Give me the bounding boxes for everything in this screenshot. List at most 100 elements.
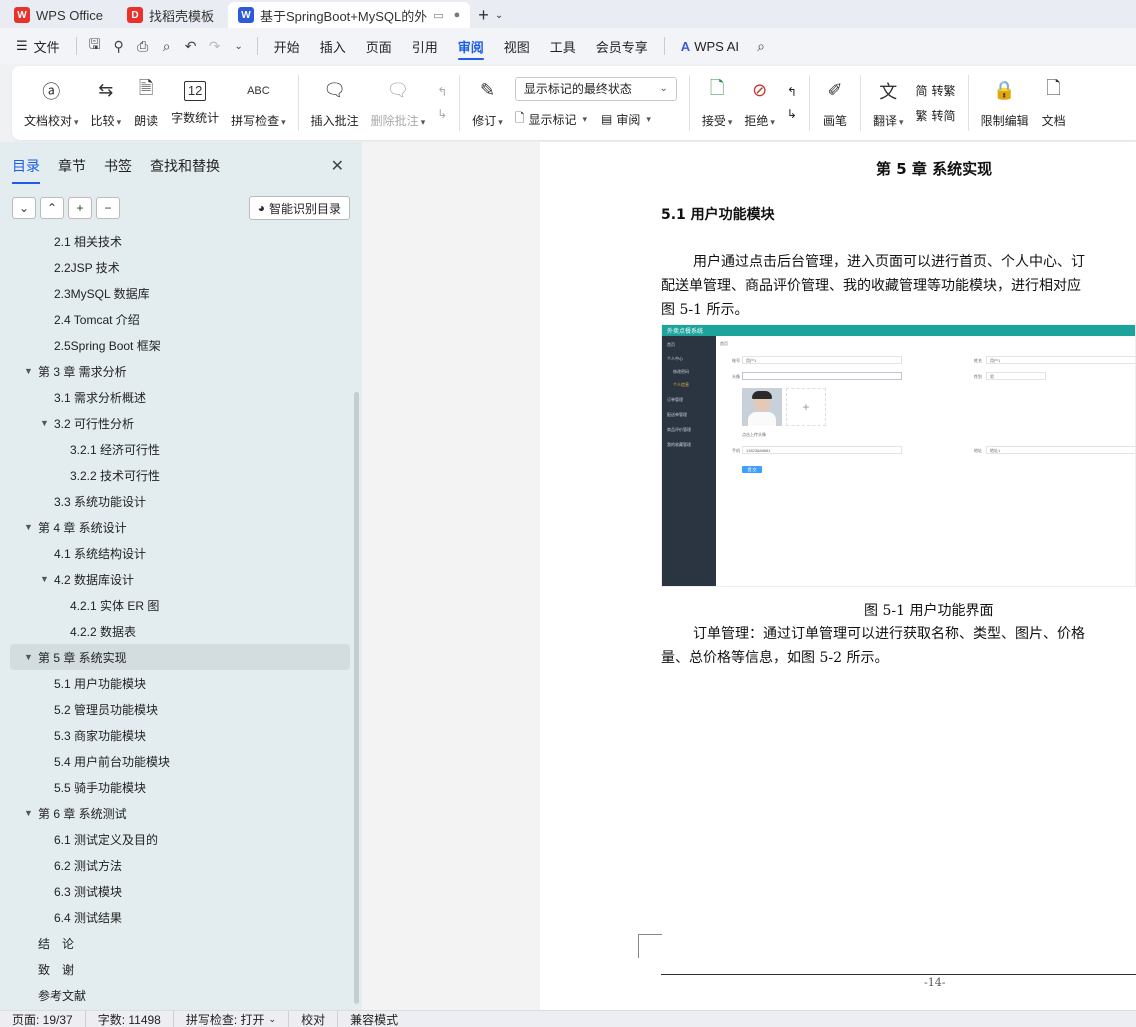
chevron-down-icon[interactable]: ⌄ [495,10,503,21]
toc-item[interactable]: 6.3 测试模块 [0,878,350,904]
toc-item[interactable]: ▼ 4.2 数据库设计 [0,566,350,592]
toc-item[interactable]: 2.3MySQL 数据库 [0,280,350,306]
undo-icon[interactable]: ↶ [179,28,203,64]
reject-button[interactable]: ⊘ 拒绝 ▾ [738,68,781,138]
add-heading-button[interactable]: + [68,197,92,219]
toc-item[interactable]: 参考文献 [0,982,350,1008]
menu-tools[interactable]: 工具 [540,28,586,64]
unsaved-dot-icon[interactable]: ● [454,9,461,21]
tab-wps-office[interactable]: W WPS Office [4,2,113,28]
menu-member[interactable]: 会员专享 [586,28,658,64]
menu-page[interactable]: 页面 [356,28,402,64]
delete-comment-button[interactable]: 🗨 删除批注 ▾ [365,68,432,138]
proofing-indicator[interactable]: 校对 [289,1010,339,1027]
print-icon[interactable]: ⎙ [131,28,155,64]
track-changes-button[interactable]: ✎ 修订 ▾ [466,68,509,138]
tab-current-document[interactable]: W 基于SpringBoot+MySQL的外 ▭ ● [227,2,471,28]
menu-review[interactable]: 审阅 [448,28,494,64]
expand-triangle-icon[interactable]: ▼ [24,808,38,818]
close-icon[interactable]: ✕ [331,156,344,176]
spell-check-indicator[interactable]: 拼写检查: 打开 ⌄ [174,1010,290,1027]
toc-item[interactable]: 5.5 骑手功能模块 [0,774,350,800]
new-tab-button[interactable]: + ⌄ [478,2,503,28]
file-menu[interactable]: ☰ 文件 [0,28,70,64]
toc-item[interactable]: 3.1 需求分析概述 [0,384,350,410]
markup-state-select[interactable]: 显示标记的最终状态 ⌄ [514,76,677,101]
review-pane-button[interactable]: ▤ 审阅 ▾ [601,109,651,130]
doc-check-button[interactable]: ⓐ 文档校对 ▾ [18,68,85,138]
sidebar-scrollbar[interactable] [354,392,359,1004]
wps-ai-button[interactable]: A WPS AI [671,28,749,64]
expand-triangle-icon[interactable]: ▼ [24,522,38,532]
expand-down-button[interactable]: ⌄ [12,197,36,219]
toc-item[interactable]: 5.2 管理员功能模块 [0,696,350,722]
restrict-edit-button[interactable]: 🔒 限制编辑 [975,68,1035,138]
translate-button[interactable]: 文 翻译 ▾ [867,68,910,138]
print-preview-icon[interactable]: ⌕ [155,28,179,64]
smart-toc-button[interactable]: ◕ 智能识别目录 [248,196,350,220]
toc-item[interactable]: 4.1 系统结构设计 [0,540,350,566]
menu-start[interactable]: 开始 [264,28,310,64]
toc-item[interactable]: 5.1 用户功能模块 [0,670,350,696]
word-count-button[interactable]: 12 字数统计 [165,68,225,138]
toc-item[interactable]: 5.3 商家功能模块 [0,722,350,748]
search-icon[interactable]: ⌕ [749,28,773,64]
redo-icon[interactable]: ↷ [203,28,227,64]
document-page[interactable]: 第 5 章 系统实现 5.1 用户功能模块 用户通过点击后台管理，进入页面可以进… [540,142,1136,1010]
toc-item[interactable]: 6.2 测试方法 [0,852,350,878]
toc-item[interactable]: 2.4 Tomcat 介绍 [0,306,350,332]
toc-item[interactable]: 致 谢 [0,956,350,982]
toc-item[interactable]: ▼ 第 3 章 需求分析 [0,358,350,384]
toc-item[interactable]: 3.3 系统功能设计 [0,488,350,514]
toc-item[interactable]: 4.2.2 数据表 [0,618,350,644]
accept-button[interactable]: 🗋 接受 ▾ [696,68,739,138]
expand-triangle-icon[interactable]: ▼ [24,366,38,376]
tab-sections[interactable]: 章节 [58,152,86,180]
menu-insert[interactable]: 插入 [310,28,356,64]
pen-button[interactable]: ✐ 画笔 [816,68,854,138]
menu-view[interactable]: 视图 [494,28,540,64]
toc-item[interactable]: 4.2.1 实体 ER 图 [0,592,350,618]
figure-screenshot[interactable]: 外卖点餐系统 首页 个人中心 修改密码 个人信息 订单管理 配送单管理 商品评价… [661,324,1136,587]
toc-item[interactable]: 5.4 用户前台功能模块 [0,748,350,774]
to-traditional-button[interactable]: 简 转繁 [916,82,956,99]
prev-comment-icon[interactable]: ↰ [437,85,447,99]
next-comment-icon[interactable]: ↳ [437,107,447,121]
toc-item[interactable]: 2.2JSP 技术 [0,254,350,280]
word-count-indicator[interactable]: 字数: 11498 [86,1010,174,1027]
more-chevron-icon[interactable]: ⌄ [227,28,251,64]
next-change-icon[interactable]: ↳ [787,107,797,121]
toc-item[interactable]: ▼ 3.2 可行性分析 [0,410,350,436]
save-icon[interactable]: 🖫 [83,28,107,64]
tab-find-replace[interactable]: 查找和替换 [150,152,220,180]
page-indicator[interactable]: 页面: 19/37 [0,1010,86,1027]
menu-references[interactable]: 引用 [402,28,448,64]
toc-item[interactable]: 6.1 测试定义及目的 [0,826,350,852]
toc-item[interactable]: 3.2.1 经济可行性 [0,436,350,462]
toc-item[interactable]: 6.4 测试结果 [0,904,350,930]
show-markup-button[interactable]: 🗋 显示标记 ▾ [515,109,587,130]
toc-item[interactable]: 结 论 [0,930,350,956]
expand-triangle-icon[interactable]: ▼ [40,574,54,584]
toc-item[interactable]: ▼ 第 5 章 系统实现 [10,644,350,670]
remove-heading-button[interactable]: − [96,197,120,219]
toc-item[interactable]: 3.2.2 技术可行性 [0,462,350,488]
tab-docer-templates[interactable]: D 找稻壳模板 [117,2,224,28]
toc-item[interactable]: 2.1 相关技术 [0,232,350,254]
tab-toc[interactable]: 目录 [12,152,40,184]
toc-item[interactable]: 2.5Spring Boot 框架 [0,332,350,358]
expand-triangle-icon[interactable]: ▼ [24,652,38,662]
toc-item[interactable]: ▼ 第 4 章 系统设计 [0,514,350,540]
compare-button[interactable]: ⇆ 比较 ▾ [85,68,128,138]
tab-bookmarks[interactable]: 书签 [104,152,132,180]
collapse-up-button[interactable]: ⌃ [40,197,64,219]
insert-comment-button[interactable]: 🗨 插入批注 [305,68,365,138]
share-icon[interactable]: ⚲ [107,28,131,64]
to-simplified-button[interactable]: 繁 转简 [916,107,956,124]
prev-change-icon[interactable]: ↰ [787,85,797,99]
expand-triangle-icon[interactable]: ▼ [40,418,54,428]
toc-item[interactable]: ▼ 第 6 章 系统测试 [0,800,350,826]
doc-protect-button[interactable]: 🗋 文档 [1035,68,1073,138]
read-aloud-button[interactable]: 🗎 朗读 [127,68,165,138]
spell-check-button[interactable]: ABC 拼写检查 ▾ [225,68,292,138]
